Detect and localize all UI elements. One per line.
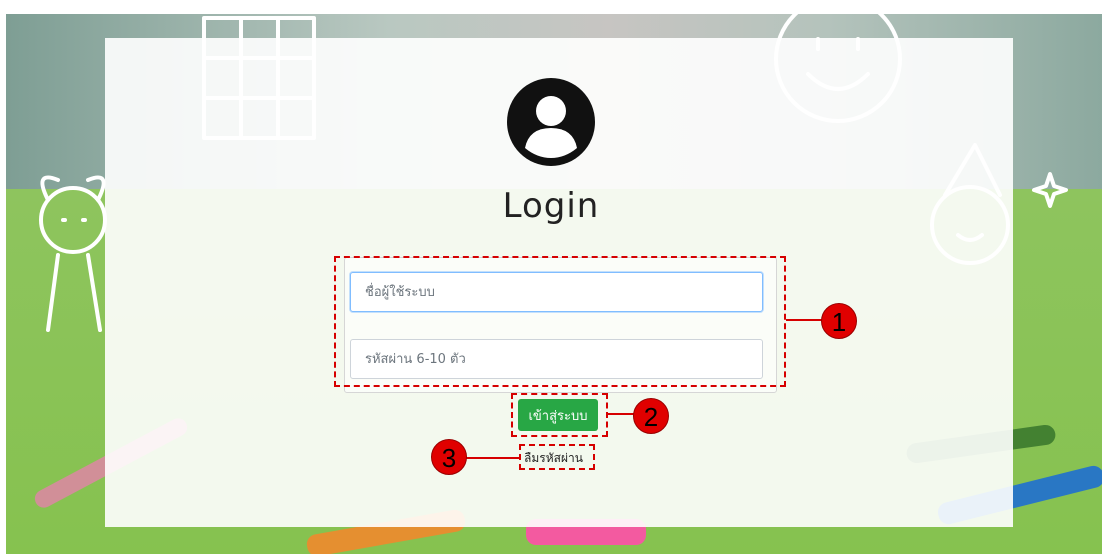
annotation-line-2 xyxy=(608,413,634,415)
annotation-badge-3: 3 xyxy=(431,439,467,475)
annotation-box-submit xyxy=(511,393,608,437)
annotation-box-fields xyxy=(334,256,786,387)
user-avatar-icon xyxy=(507,78,595,166)
login-title: Login xyxy=(502,186,600,226)
annotation-badge-1: 1 xyxy=(821,303,857,339)
annotation-line-3 xyxy=(466,457,519,459)
annotation-line-1 xyxy=(786,319,822,321)
annotation-badge-2: 2 xyxy=(633,398,669,434)
annotation-box-forgot xyxy=(519,444,595,470)
